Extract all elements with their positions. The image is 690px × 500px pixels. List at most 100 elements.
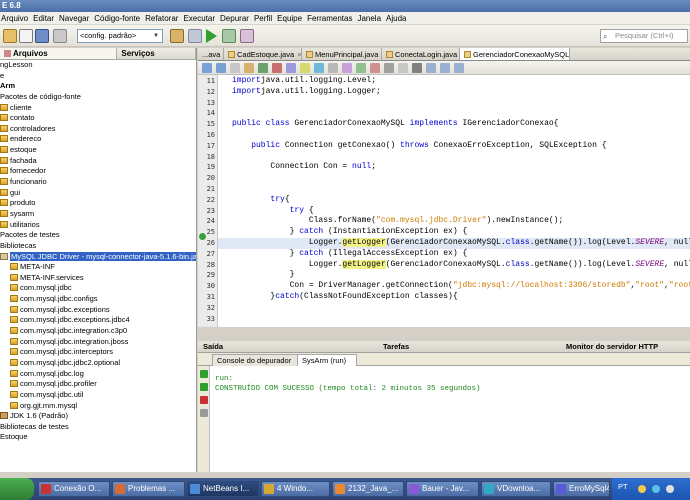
code-editor[interactable]: 11 12 13 14 15 16 17 18 19 20 21 22 23 24 25 26 27 28 29 30… — [198, 75, 690, 327]
profile-icon[interactable] — [240, 29, 254, 43]
tree-item[interactable]: fachada — [0, 156, 196, 167]
new-file-icon[interactable] — [19, 29, 33, 43]
stop-icon[interactable] — [200, 396, 208, 404]
tree-item[interactable]: com.mysql.jdbc.log — [0, 369, 196, 380]
editor-tab[interactable]: GerenciadorConexaoMySQL.java× — [460, 48, 570, 60]
menu-item[interactable]: Executar — [183, 14, 215, 23]
find-prev-icon[interactable] — [286, 63, 296, 73]
tree-item[interactable]: cliente — [0, 103, 196, 114]
debug-icon[interactable] — [222, 29, 236, 43]
start-button[interactable] — [0, 478, 34, 500]
taskbar-button[interactable]: Problemas ... — [112, 481, 185, 497]
tree-item[interactable]: ngLesson — [0, 60, 196, 71]
editor-tab[interactable]: ...ava — [198, 48, 224, 60]
forward-icon[interactable] — [258, 63, 268, 73]
search-input[interactable]: ⌕ Pesquisar (Ctrl+I) — [600, 29, 688, 43]
tree-item[interactable]: gui — [0, 188, 196, 199]
find-icon[interactable] — [272, 63, 282, 73]
toggle-bookmark-icon[interactable] — [370, 63, 380, 73]
taskbar-button[interactable]: 2132_Java_... — [332, 481, 404, 497]
clean-build-icon[interactable] — [188, 29, 202, 43]
rerun-icon[interactable] — [200, 370, 208, 378]
output-console[interactable]: run: CONSTRUÍDO COM SUCESSO (tempo total… — [210, 366, 690, 472]
hammer-icon[interactable] — [170, 29, 184, 43]
tree-item[interactable]: produto — [0, 198, 196, 209]
shift-right-icon[interactable] — [398, 63, 408, 73]
tree-item[interactable]: Pacotes de testes — [0, 230, 196, 241]
config-select[interactable]: <config. padrão> ▼ — [77, 29, 163, 43]
uncomment-icon[interactable] — [454, 63, 464, 73]
tree-item[interactable]: com.mysql.jdbc.interceptors — [0, 347, 196, 358]
tree-item[interactable]: com.mysql.jdbc.util — [0, 390, 196, 401]
tree-item[interactable]: com.mysql.jdbc — [0, 283, 196, 294]
tree-item[interactable]: MySQL JDBC Driver - mysql-connector-java… — [0, 251, 196, 263]
taskbar-button[interactable]: Bauer - Jav... — [406, 481, 479, 497]
run-icon[interactable] — [206, 29, 217, 43]
tree-item[interactable]: e — [0, 71, 196, 82]
taskbar-button[interactable]: VDownloa... — [481, 481, 551, 497]
taskbar-button[interactable]: ErroMySql4... — [553, 481, 610, 497]
tree-item[interactable]: sysarm — [0, 209, 196, 220]
tree-item[interactable]: META-INF — [0, 262, 196, 273]
menu-item[interactable]: Editar — [33, 14, 54, 23]
menu-item[interactable]: Janela — [357, 14, 381, 23]
tree-item[interactable]: META-INF.services — [0, 273, 196, 284]
menu-item[interactable]: Ajuda — [386, 14, 406, 23]
editor-tab[interactable]: ConectaLogin.java× — [382, 48, 460, 60]
tree-item[interactable]: com.mysql.jdbc.jdbc2.optional — [0, 358, 196, 369]
comment-icon[interactable] — [440, 63, 450, 73]
back-icon[interactable] — [244, 63, 254, 73]
language-indicator[interactable]: PT — [618, 482, 628, 491]
tree-item[interactable]: Estoque — [0, 432, 196, 443]
editor-tab[interactable]: CadEstoque.java × — [224, 48, 302, 60]
taskbar-button[interactable]: Conexão O... — [38, 481, 110, 497]
tasks-title[interactable]: Tarefas — [383, 341, 409, 353]
menu-item[interactable]: Ferramentas — [307, 14, 352, 23]
tree-item[interactable]: com.mysql.jdbc.exceptions — [0, 305, 196, 316]
tree-item[interactable]: Arm — [0, 81, 196, 92]
tree-item[interactable]: controladores — [0, 124, 196, 135]
tab-sysarm-run[interactable]: SysArm (run) — [297, 354, 357, 366]
tab-projects[interactable]: Arquivos — [0, 48, 118, 59]
toggle-highlight-icon[interactable] — [314, 63, 324, 73]
tree-item[interactable]: endereco — [0, 134, 196, 145]
tray-icon[interactable] — [638, 485, 646, 493]
editor-tab[interactable]: MenuPrincipal.java× — [302, 48, 382, 60]
taskbar-button[interactable]: 4 Windo... — [261, 481, 330, 497]
rerun-with-args-icon[interactable] — [200, 383, 208, 391]
menu-item[interactable]: Código-fonte — [94, 14, 140, 23]
tree-item[interactable]: Pacotes de código-fonte — [0, 92, 196, 103]
menu-item[interactable]: Arquivo — [1, 14, 28, 23]
toggle-rect-select-icon[interactable] — [328, 63, 338, 73]
prev-bookmark-icon[interactable] — [342, 63, 352, 73]
network-icon[interactable] — [652, 485, 660, 493]
find-next-icon[interactable] — [300, 63, 310, 73]
override-marker-icon[interactable] — [199, 233, 206, 240]
volume-icon[interactable] — [666, 485, 674, 493]
source-view-icon[interactable] — [202, 63, 212, 73]
separator-icon[interactable] — [230, 63, 240, 73]
tree-item[interactable]: estoque — [0, 145, 196, 156]
output-title[interactable]: Saída — [203, 341, 223, 353]
tree-item[interactable]: Bibliotecas — [0, 241, 196, 252]
taskbar-button[interactable]: NetBeans I... — [187, 481, 259, 497]
save-all-icon[interactable] — [35, 29, 49, 43]
menu-item[interactable]: Perfil — [254, 14, 272, 23]
record-macro-icon[interactable] — [412, 63, 422, 73]
close-icon[interactable]: × — [297, 50, 301, 59]
next-bookmark-icon[interactable] — [356, 63, 366, 73]
menu-item[interactable]: Depurar — [220, 14, 249, 23]
tree-item[interactable]: com.mysql.jdbc.integration.jboss — [0, 337, 196, 348]
menu-item[interactable]: Refatorar — [145, 14, 178, 23]
history-view-icon[interactable] — [216, 63, 226, 73]
tree-item[interactable]: org.gjt.mm.mysql — [0, 401, 196, 412]
http-monitor-title[interactable]: Monitor do servidor HTTP — [566, 341, 658, 353]
tab-services[interactable]: Serviços — [117, 48, 196, 59]
shift-left-icon[interactable] — [384, 63, 394, 73]
tree-item[interactable]: com.mysql.jdbc.configs — [0, 294, 196, 305]
settings-icon[interactable] — [200, 409, 208, 417]
new-project-icon[interactable] — [3, 29, 17, 43]
tree-item[interactable]: com.mysql.jdbc.exceptions.jdbc4 — [0, 315, 196, 326]
tree-item[interactable]: com.mysql.jdbc.profiler — [0, 379, 196, 390]
stop-macro-icon[interactable] — [426, 63, 436, 73]
